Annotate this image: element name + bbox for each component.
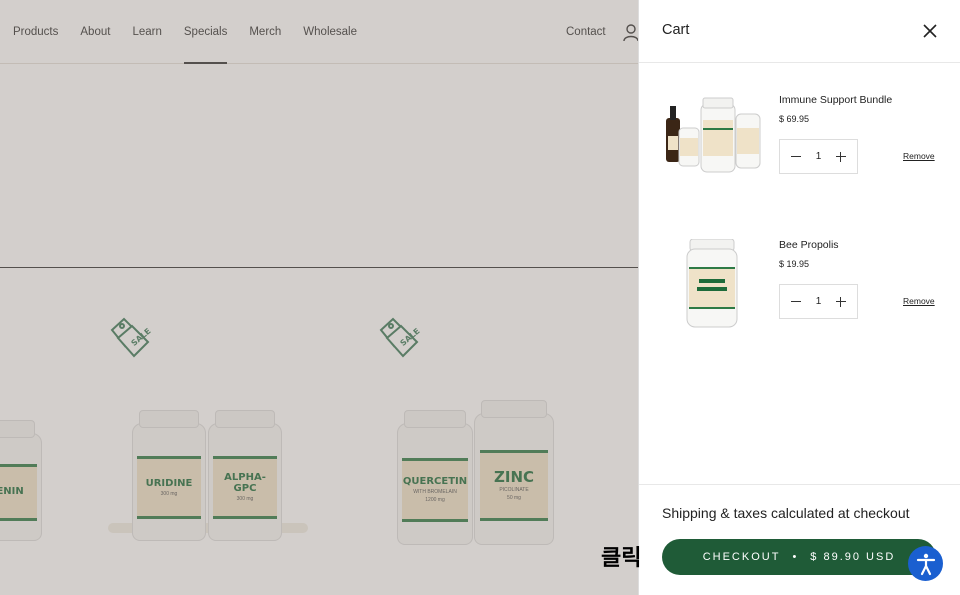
quantity-stepper: 1: [779, 284, 858, 319]
checkout-button[interactable]: CHECKOUT • $ 89.90 USD: [662, 539, 936, 575]
cart-item-price: $ 69.95: [779, 114, 810, 124]
close-icon[interactable]: [921, 22, 939, 40]
plus-icon[interactable]: [835, 151, 847, 163]
page-dim-overlay[interactable]: [0, 0, 638, 595]
remove-link[interactable]: Remove: [903, 151, 935, 161]
cart-item-name[interactable]: Bee Propolis: [779, 239, 839, 251]
click-annotation-label: 클릭: [601, 546, 642, 571]
cart-item-price: $ 19.95: [779, 259, 810, 269]
remove-link[interactable]: Remove: [903, 296, 935, 306]
immune-bundle-image[interactable]: [663, 94, 763, 184]
cart-item-name[interactable]: Immune Support Bundle: [779, 94, 892, 106]
checkout-total: $ 89.90 USD: [810, 551, 896, 563]
checkout-label: CHECKOUT: [702, 551, 781, 563]
cart-header: Cart: [639, 0, 960, 63]
plus-icon[interactable]: [835, 296, 847, 308]
accessibility-icon: [916, 553, 935, 575]
cart-item: Immune Support Bundle $ 69.95 1 Remove: [639, 94, 960, 214]
cart-item: Bee Propolis $ 19.95 1 Remove: [639, 239, 960, 359]
minus-icon[interactable]: [790, 296, 802, 308]
cart-title: Cart: [662, 22, 690, 38]
minus-icon[interactable]: [790, 151, 802, 163]
accessibility-button[interactable]: [908, 546, 943, 581]
quantity-value[interactable]: 1: [816, 151, 822, 162]
quantity-stepper: 1: [779, 139, 858, 174]
quantity-value[interactable]: 1: [816, 296, 822, 307]
cart-drawer: Cart Immune Support Bundle $ 69.95 1 Rem…: [638, 0, 960, 595]
bee-propolis-image[interactable]: [663, 239, 763, 329]
shipping-note: Shipping & taxes calculated at checkout: [662, 505, 910, 521]
cart-footer: Shipping & taxes calculated at checkout …: [639, 484, 960, 595]
checkout-separator: •: [792, 551, 799, 563]
